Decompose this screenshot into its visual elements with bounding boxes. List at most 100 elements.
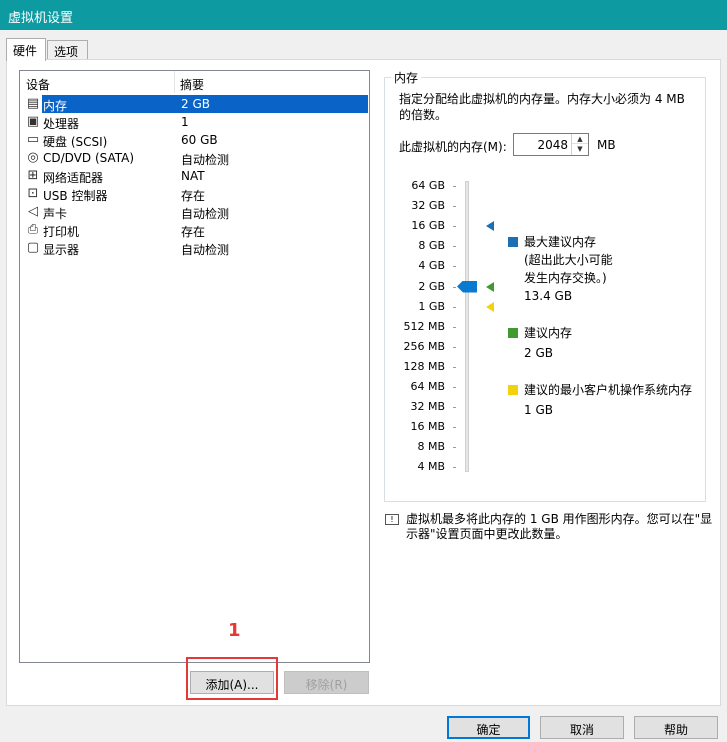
cancel-button[interactable]: 取消 <box>540 716 624 739</box>
memory-scale-tick <box>453 306 456 308</box>
memory-size-stepper[interactable]: 2048 ▲ ▼ <box>513 133 589 156</box>
device-summary: 自动检测 <box>181 153 230 167</box>
device-summary: 自动检测 <box>181 207 230 221</box>
memory-scale-tick <box>453 326 456 328</box>
memory-unit-label: MB <box>597 138 616 152</box>
legend-title: 建议的最小客户机操作系统内存 <box>524 383 693 397</box>
usb-icon: ⊡ <box>27 186 39 201</box>
memory-field-label: 此虚拟机的内存(M): <box>399 140 507 154</box>
column-header-device[interactable]: 设备 <box>26 76 50 93</box>
memory-marker-icon <box>486 221 494 232</box>
remove-device-button[interactable]: 移除(R) <box>284 671 369 694</box>
ok-button[interactable]: 确定 <box>447 716 530 739</box>
annotation-highlight-box <box>186 657 278 700</box>
legend-swatch <box>508 237 518 247</box>
memory-slider-thumb[interactable] <box>457 280 477 293</box>
memory-scale-tick <box>453 387 456 388</box>
device-list-header: 设备 摘要 <box>20 71 369 93</box>
legend-title: 建议内存 <box>524 326 573 340</box>
device-summary: 自动检测 <box>181 243 230 257</box>
harddisk-icon: ▭ <box>26 132 40 147</box>
memory-scale-label: 2 GB <box>418 279 445 293</box>
memory-scale-tick <box>453 266 456 268</box>
cd-dvd-icon: ◎ <box>27 150 39 165</box>
memory-scale-label: 32 MB <box>410 400 445 414</box>
memory-scale-label: 16 GB <box>411 219 445 233</box>
memory-scale-label: 1 GB <box>418 299 445 313</box>
stepper-down-icon[interactable]: ▼ <box>572 144 588 154</box>
device-row[interactable]: ◎ CD/DVD (SATA) 自动检测 <box>21 149 368 167</box>
annotation-step-number: 1 <box>228 620 241 641</box>
device-row[interactable]: ▤ 内存 2 GB <box>21 95 368 113</box>
memory-scale-label: 8 GB <box>418 239 445 253</box>
legend-title: 最大建议内存 <box>524 235 597 249</box>
device-row[interactable]: ⊡ USB 控制器 存在 <box>21 185 368 203</box>
device-summary: 存在 <box>181 189 206 203</box>
memory-scale-tick <box>453 206 456 208</box>
info-comment-icon: ! <box>385 514 399 525</box>
memory-scale-tick <box>453 226 456 228</box>
device-row[interactable]: ▢ 显示器 自动检测 <box>21 239 368 257</box>
device-summary: 60 GB <box>181 133 218 147</box>
device-name: CD/DVD (SATA) <box>43 151 135 165</box>
graphics-memory-info-text: 虚拟机最多将此内存的 1 GB 用作图形内存。您可以在"显示器"设置页面中更改此… <box>406 512 713 541</box>
memory-description: 指定分配给此虚拟机的内存量。内存大小必须为 4 MB 的倍数。 <box>399 92 685 122</box>
column-divider[interactable] <box>174 71 175 93</box>
legend-value: 1 GB <box>524 403 553 417</box>
memory-scale-tick <box>453 246 456 248</box>
memory-scale-label: 4 MB <box>417 460 445 474</box>
legend-swatch <box>508 385 518 395</box>
device-name: 显示器 <box>43 243 80 257</box>
display-icon: ▢ <box>26 240 40 255</box>
device-summary: 2 GB <box>180 95 368 113</box>
memory-scale-tick <box>453 346 456 348</box>
column-header-summary[interactable]: 摘要 <box>180 76 204 93</box>
device-row[interactable]: ▭ 硬盘 (SCSI) 60 GB <box>21 131 368 149</box>
memory-scale-tick <box>453 467 456 469</box>
memory-size-input[interactable]: 2048 <box>537 138 568 152</box>
device-list[interactable]: 设备 摘要 ▤ 内存 2 GB ▣ 处理器 1 ▭ 硬盘 (SCSI) 60 GB ◎ CD/DVD… <box>19 70 370 663</box>
memory-scale-tick <box>453 186 456 187</box>
memory-scale-tick <box>453 407 456 409</box>
printer-icon: ⎙ <box>27 222 39 237</box>
memory-marker-icon <box>486 281 494 292</box>
memory-scale-label: 8 MB <box>417 440 445 454</box>
stepper-up-icon[interactable]: ▲ <box>572 134 588 144</box>
title-bar: 虚拟机设置 <box>0 0 727 30</box>
memory-scale-label: 64 MB <box>410 380 445 393</box>
device-name: 网络适配器 <box>43 171 104 185</box>
device-name: 打印机 <box>43 225 80 239</box>
memory-scale-label: 64 GB <box>411 179 445 192</box>
device-row[interactable]: ▣ 处理器 1 <box>21 113 368 131</box>
memory-scale-label: 512 MB <box>403 319 445 333</box>
tab-options[interactable]: 选项 <box>47 40 88 60</box>
memory-marker-icon <box>486 301 494 312</box>
processor-icon: ▣ <box>26 114 40 129</box>
device-summary: NAT <box>181 169 205 183</box>
memory-scale-label: 32 GB <box>411 199 445 213</box>
memory-icon: ▤ <box>26 96 40 111</box>
memory-scale-tick <box>453 286 456 288</box>
memory-scale-label: 128 MB <box>403 359 445 373</box>
memory-scale-tick <box>453 427 456 429</box>
device-name: 内存 <box>42 95 181 113</box>
device-row[interactable]: ⊞ 网络适配器 NAT <box>21 167 368 185</box>
memory-group-title: 内存 <box>391 69 422 86</box>
device-summary: 存在 <box>181 225 206 239</box>
legend-value: 2 GB <box>524 346 553 360</box>
memory-groupbox: 内存 指定分配给此虚拟机的内存量。内存大小必须为 4 MB 的倍数。 此虚拟机的… <box>384 69 706 502</box>
device-row[interactable]: ⎙ 打印机 存在 <box>21 221 368 239</box>
tab-hardware[interactable]: 硬件 <box>6 38 46 61</box>
legend-note: (超出此大小可能发生内存交换。) <box>524 253 613 285</box>
legend-swatch <box>508 328 518 338</box>
memory-scale-tick <box>453 366 456 368</box>
device-row[interactable]: ◁ 声卡 自动检测 <box>21 203 368 221</box>
memory-scale-label: 16 MB <box>410 420 445 434</box>
device-summary: 1 <box>181 115 189 129</box>
network-adapter-icon: ⊞ <box>27 168 39 183</box>
device-name: 硬盘 (SCSI) <box>43 135 108 149</box>
memory-slider-track[interactable] <box>465 181 469 472</box>
help-button[interactable]: 帮助 <box>634 716 718 739</box>
device-name: 处理器 <box>43 117 80 131</box>
device-name: 声卡 <box>43 207 68 221</box>
